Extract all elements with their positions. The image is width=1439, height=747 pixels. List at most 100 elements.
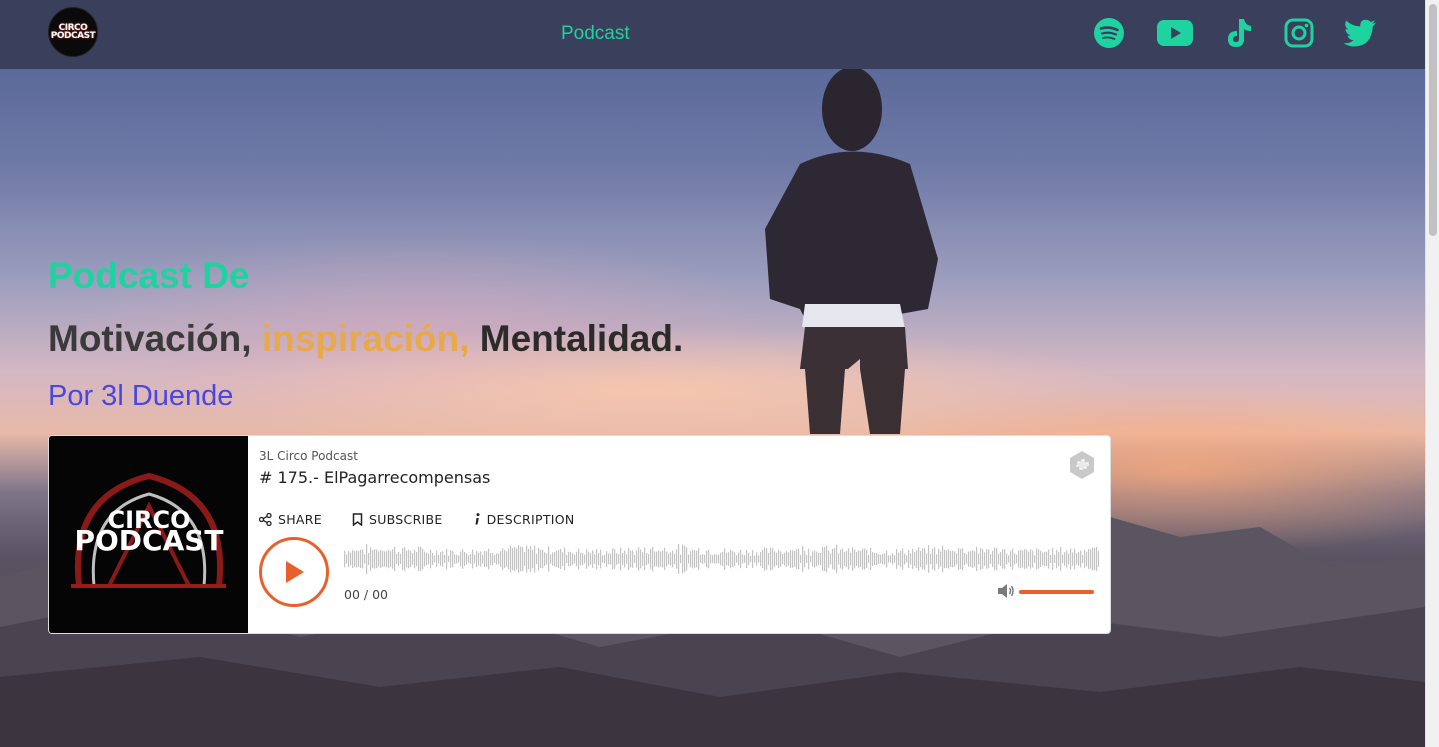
spotify-icon[interactable]	[1092, 16, 1126, 50]
waveform-bar	[528, 548, 530, 570]
show-name[interactable]: 3L Circo Podcast	[259, 449, 358, 463]
waveform-bar	[562, 552, 564, 566]
waveform-bar	[848, 548, 850, 570]
page-scrollbar[interactable]	[1425, 0, 1439, 747]
waveform-bar	[414, 549, 416, 569]
description-button[interactable]: DESCRIPTION	[473, 512, 575, 527]
waveform-bar	[678, 544, 680, 574]
waveform-bar	[980, 547, 982, 571]
waveform-bar	[812, 551, 814, 567]
waveform-bar	[546, 553, 548, 565]
waveform-bar	[942, 546, 944, 572]
tagline-word-inspiracion: inspiración,	[261, 318, 470, 359]
youtube-icon[interactable]	[1157, 16, 1193, 50]
volume-icon[interactable]	[997, 583, 1015, 599]
waveform-bar	[900, 550, 902, 568]
waveform-bar	[986, 549, 988, 569]
waveform-bar	[808, 548, 810, 570]
waveform-bar	[368, 552, 370, 566]
waveform-bar	[830, 553, 832, 565]
waveform-bar	[348, 550, 350, 568]
waveform-bar	[356, 550, 358, 568]
waveform-bar	[476, 550, 478, 568]
waveform-bar	[640, 549, 642, 569]
waveform-bar	[790, 550, 792, 568]
waveform-bar	[732, 550, 734, 568]
site-logo[interactable]: CIRCO PODCAST	[48, 7, 98, 57]
waveform-bar	[486, 551, 488, 567]
waveform-bar	[408, 549, 410, 569]
waveform-bar	[968, 551, 970, 567]
waveform-bar	[920, 550, 922, 568]
audio-waveform[interactable]	[344, 541, 1099, 577]
nav-link-podcast[interactable]: Podcast	[561, 23, 630, 45]
waveform-bar	[556, 550, 558, 568]
waveform-bar	[916, 550, 918, 568]
waveform-bar	[492, 552, 494, 566]
waveform-bar	[428, 553, 430, 565]
waveform-bar	[346, 554, 348, 564]
waveform-bar	[962, 548, 964, 570]
bookmark-icon	[352, 513, 363, 526]
waveform-bar	[758, 555, 760, 563]
waveform-bar	[862, 548, 864, 570]
waveform-bar	[892, 553, 894, 565]
waveform-bar	[824, 546, 826, 572]
waveform-bar	[608, 553, 610, 565]
waveform-bar	[498, 553, 500, 565]
waveform-bar	[696, 550, 698, 568]
waveform-bar	[760, 552, 762, 566]
volume-slider[interactable]	[1019, 590, 1094, 594]
waveform-bar	[1096, 547, 1098, 571]
waveform-bar	[858, 550, 860, 568]
waveform-bar	[918, 547, 920, 571]
waveform-bar	[1082, 554, 1084, 564]
tiktok-icon[interactable]	[1222, 16, 1256, 50]
waveform-bar	[552, 552, 554, 566]
waveform-bar	[1050, 555, 1052, 563]
waveform-bar	[600, 549, 602, 569]
waveform-bar	[516, 548, 518, 570]
waveform-bar	[772, 548, 774, 570]
waveform-bar	[680, 554, 682, 564]
waveform-bar	[1034, 555, 1036, 563]
instagram-icon[interactable]	[1282, 16, 1316, 50]
waveform-bar	[1038, 549, 1040, 569]
hero-background	[0, 0, 1425, 747]
waveform-bar	[594, 554, 596, 564]
waveform-bar	[534, 545, 536, 573]
cover-text-podcast: PODCAST	[74, 524, 223, 557]
waveform-bar	[878, 554, 880, 564]
waveform-bar	[708, 549, 710, 569]
waveform-bar	[442, 551, 444, 567]
podcast-platform-icon[interactable]	[1068, 450, 1096, 480]
waveform-bar	[816, 551, 818, 567]
waveform-bar	[642, 552, 644, 566]
waveform-bar	[616, 553, 618, 565]
waveform-bar	[448, 555, 450, 563]
waveform-bar	[730, 549, 732, 569]
waveform-bar	[464, 552, 466, 566]
waveform-bar	[970, 551, 972, 567]
subscribe-button[interactable]: SUBSCRIBE	[352, 512, 443, 527]
waveform-bar	[664, 548, 666, 570]
play-button[interactable]	[259, 537, 329, 607]
waveform-bar	[580, 552, 582, 566]
waveform-bar	[446, 548, 448, 570]
waveform-bar	[940, 551, 942, 567]
twitter-icon[interactable]	[1343, 16, 1377, 50]
waveform-bar	[472, 549, 474, 569]
waveform-bar	[1044, 551, 1046, 567]
scrollbar-thumb[interactable]	[1429, 4, 1437, 236]
share-button[interactable]: SHARE	[259, 512, 322, 527]
waveform-bar	[744, 555, 746, 563]
waveform-bar	[636, 550, 638, 568]
waveform-bar	[654, 551, 656, 567]
waveform-bar	[880, 554, 882, 564]
waveform-bar	[838, 553, 840, 565]
waveform-bar	[1026, 549, 1028, 569]
waveform-bar	[530, 546, 532, 572]
episode-title[interactable]: # 175.- ElPagarrecompensas	[259, 468, 490, 487]
waveform-bar	[822, 546, 824, 572]
waveform-bar	[960, 548, 962, 570]
